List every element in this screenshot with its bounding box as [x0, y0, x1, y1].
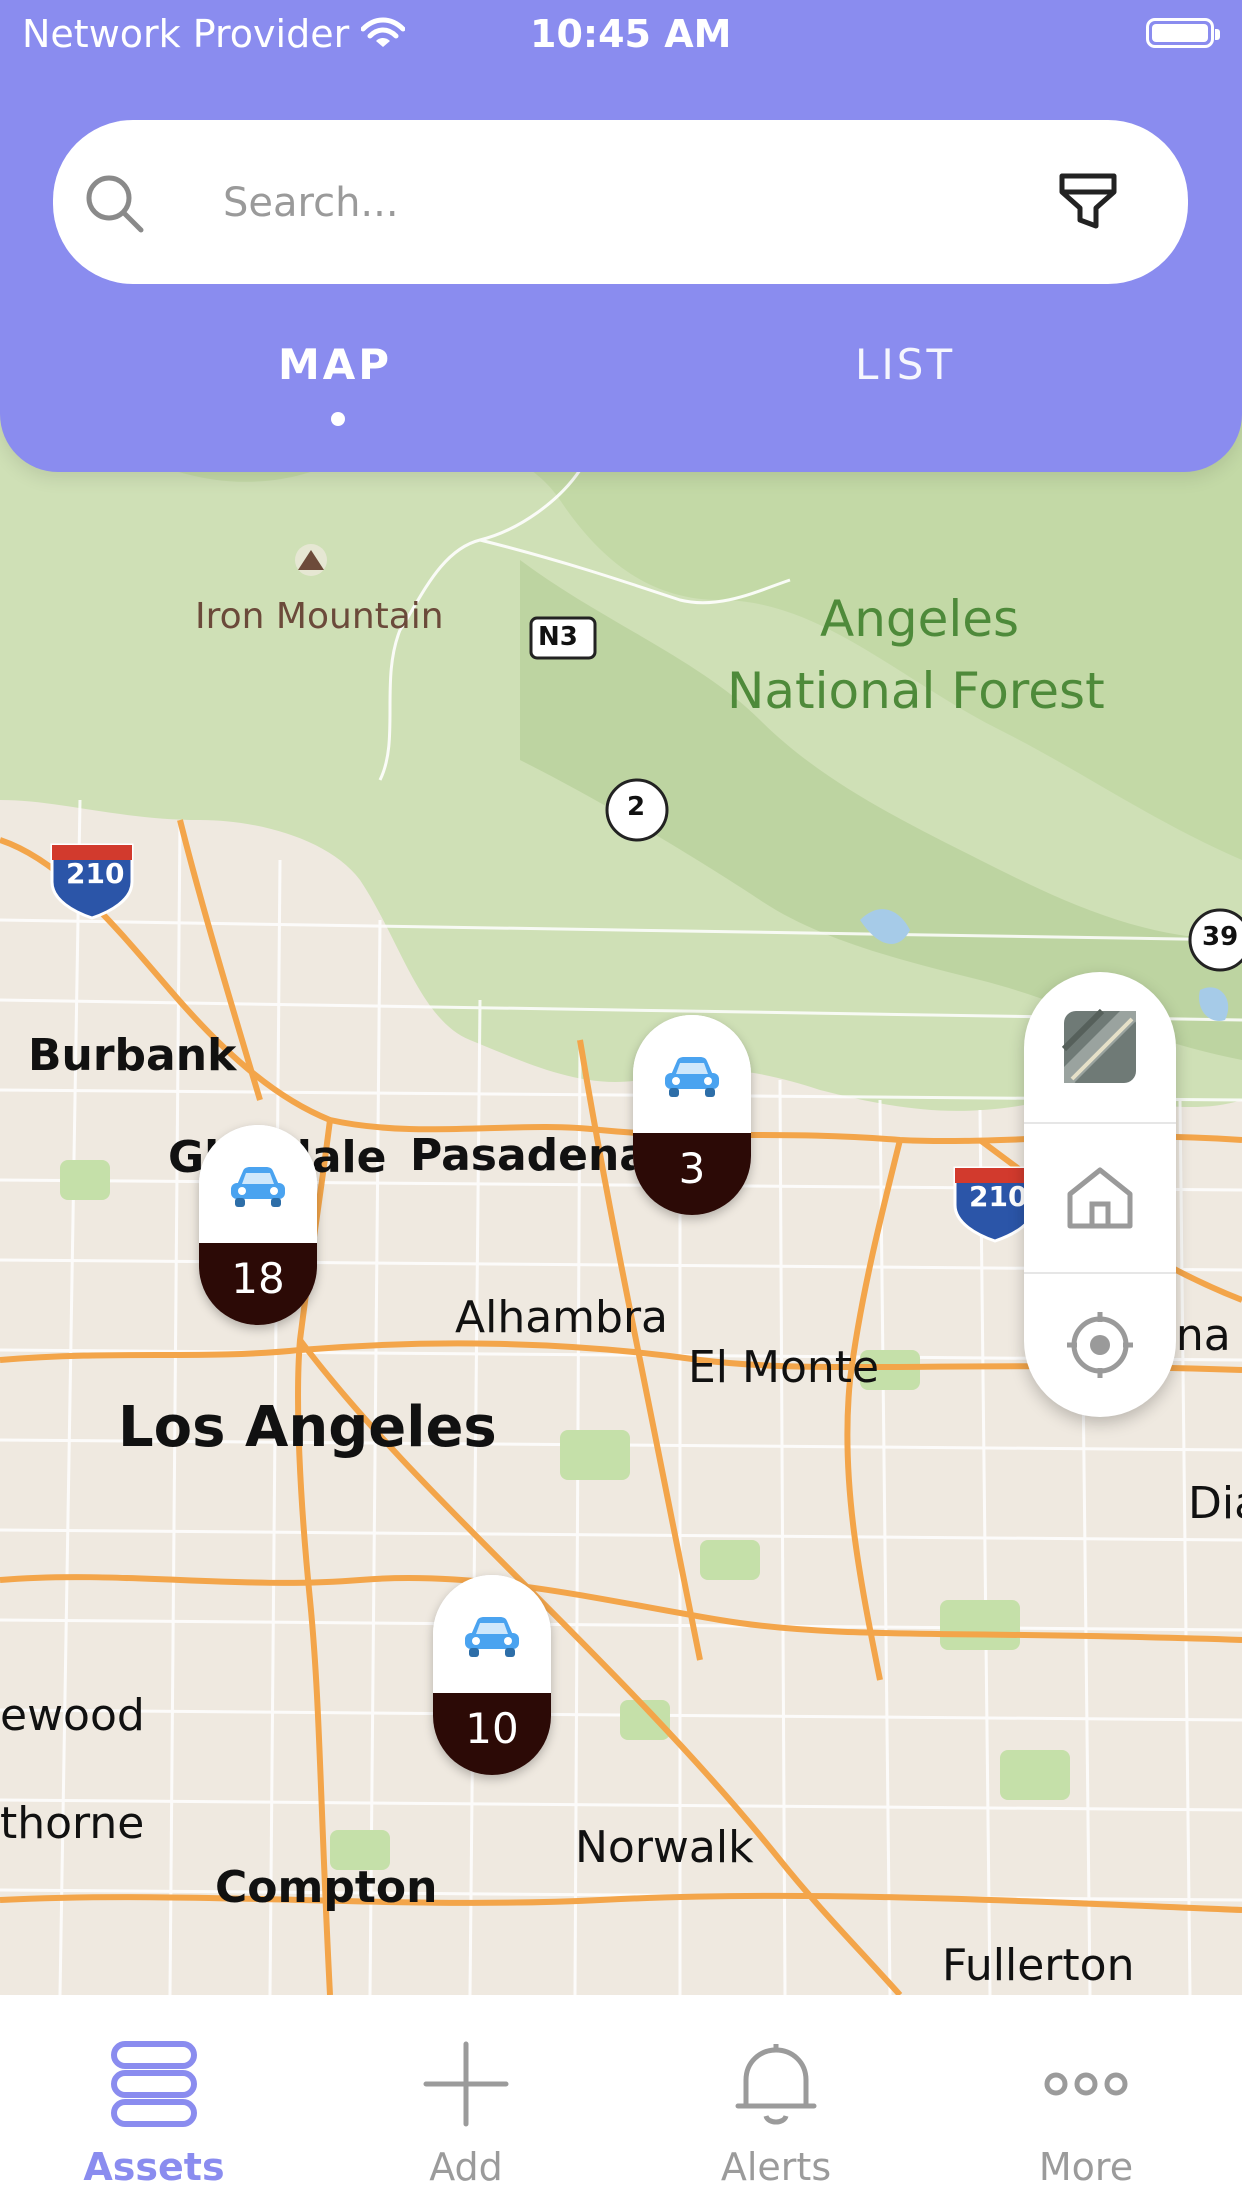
carrier: Network Provider [22, 12, 406, 56]
marker-top [433, 1575, 551, 1693]
label-burbank: Burbank [28, 1030, 237, 1081]
shield-2-label: 2 [627, 792, 646, 822]
shield-210-west-label: 210 [66, 857, 125, 890]
nav-alerts-label: Alerts [720, 2145, 832, 2189]
bell-icon [735, 2044, 817, 2125]
marker-top [199, 1125, 317, 1243]
home-icon [1067, 1167, 1133, 1229]
shield-210-east-label: 210 [969, 1180, 1028, 1213]
tab-list[interactable]: LIST [855, 340, 955, 389]
stack-icon [111, 2041, 197, 2127]
nav-add[interactable]: Add [366, 1995, 566, 2208]
nav-assets-label: Assets [83, 2145, 225, 2189]
nav-more-label: More [1038, 2145, 1134, 2189]
cluster-marker[interactable]: 18 [199, 1125, 317, 1325]
search-input[interactable] [221, 160, 1045, 246]
bottom-nav: Assets Add Alerts More [0, 1995, 1242, 2208]
battery-fill [1152, 24, 1208, 42]
active-tab-indicator [331, 412, 345, 426]
battery-nub [1215, 29, 1220, 40]
tab-map[interactable]: MAP [278, 340, 392, 389]
cluster-count: 10 [433, 1693, 551, 1775]
view-tabs: MAP LIST [0, 340, 1242, 430]
status-bar: Network Provider 10:45 AM [0, 0, 1242, 70]
shield-39-label: 39 [1202, 922, 1239, 952]
label-los-angeles: Los Angeles [118, 1395, 497, 1460]
cluster-marker[interactable]: 10 [433, 1575, 551, 1775]
label-diamond-bar: Dia [1188, 1478, 1242, 1529]
locate-me-button[interactable] [1024, 1270, 1176, 1420]
label-pasadena: Pasadena [410, 1130, 649, 1181]
nav-add-label: Add [429, 2145, 503, 2189]
label-inglewood: ewood [0, 1690, 145, 1741]
nav-more[interactable]: More [986, 1995, 1186, 2208]
car-icon [665, 1057, 719, 1097]
map-layer-button[interactable] [1024, 972, 1176, 1124]
more-icon [1044, 2072, 1128, 2096]
nav-assets[interactable]: Assets [54, 1995, 254, 2208]
shield-n3-label: N3 [538, 622, 578, 652]
label-iron-mountain: Iron Mountain [195, 596, 444, 637]
search-icon [86, 175, 144, 233]
label-forest-line1: Angeles [820, 590, 1020, 648]
header: Network Provider 10:45 AM MAP LIST [0, 0, 1242, 472]
battery-icon [1146, 18, 1220, 48]
marker-top [633, 1015, 751, 1133]
status-time: 10:45 AM [530, 12, 732, 56]
label-alhambra: Alhambra [455, 1292, 669, 1343]
wifi-icon [361, 17, 406, 47]
cluster-count: 3 [633, 1133, 751, 1215]
peak-icon [295, 544, 327, 576]
label-fullerton: Fullerton [942, 1940, 1135, 1991]
search-bar [53, 120, 1188, 284]
plus-icon [423, 2041, 509, 2127]
label-compton: Compton [215, 1862, 438, 1913]
cluster-marker[interactable]: 3 [633, 1015, 751, 1215]
cluster-count: 18 [199, 1243, 317, 1325]
map-controls [1024, 972, 1176, 1417]
crosshair-icon [1067, 1312, 1133, 1378]
car-icon [231, 1167, 285, 1207]
car-icon [465, 1617, 519, 1657]
nav-alerts[interactable]: Alerts [676, 1995, 876, 2208]
label-forest-line2: National Forest [727, 662, 1105, 720]
label-norwalk: Norwalk [575, 1822, 754, 1873]
satellite-layer-icon [1062, 1009, 1136, 1083]
filter-icon[interactable] [1058, 172, 1118, 230]
label-el-monte: El Monte [688, 1342, 880, 1393]
carrier-name: Network Provider [22, 12, 350, 56]
home-button[interactable] [1024, 1122, 1176, 1274]
label-hawthorne: thorne [0, 1798, 145, 1849]
